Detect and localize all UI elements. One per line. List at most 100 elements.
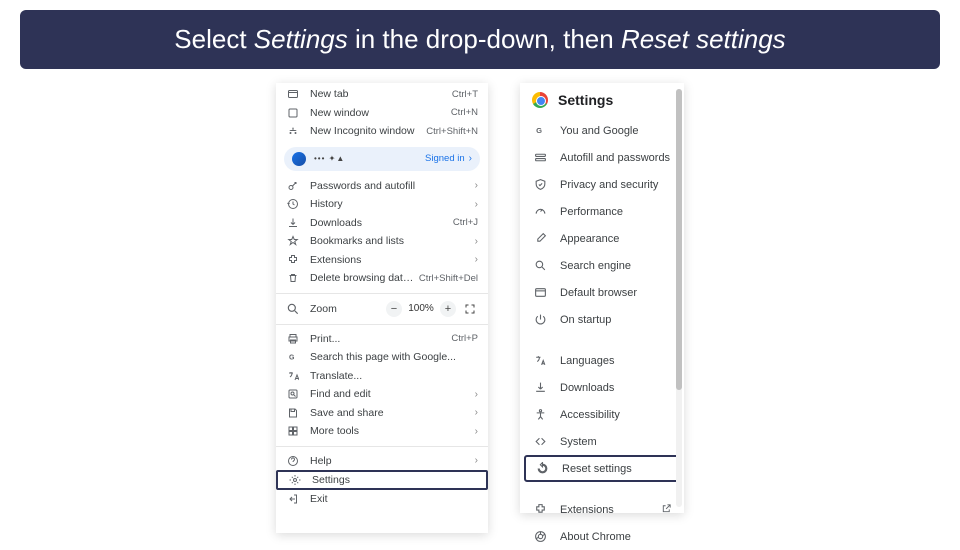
settings-autofill-passwords[interactable]: Autofill and passwords	[520, 144, 684, 171]
divider	[276, 446, 488, 447]
chevron-right-icon: ›	[469, 153, 472, 164]
settings-reset[interactable]: Reset settings	[524, 455, 680, 482]
fullscreen-button[interactable]	[462, 301, 478, 317]
incognito-icon	[286, 124, 300, 138]
menu-search-google[interactable]: G Search this page with Google...	[276, 348, 488, 367]
account-pill[interactable]: ••• ✦▲ Signed in ›	[284, 147, 480, 171]
chevron-right-icon: ›	[471, 180, 478, 191]
menu-label: Extensions	[300, 254, 471, 266]
language-icon	[532, 354, 548, 367]
settings-downloads[interactable]: Downloads	[520, 374, 684, 401]
more-tools-icon	[286, 424, 300, 438]
menu-downloads[interactable]: Downloads Ctrl+J	[276, 214, 488, 233]
signed-in-status: Signed in	[425, 153, 469, 164]
menu-label: Save and share	[300, 407, 471, 419]
settings-extensions[interactable]: Extensions	[520, 496, 684, 523]
instruction-banner: Select Settings in the drop-down, then R…	[20, 10, 940, 69]
key-icon	[286, 179, 300, 193]
browser-icon	[532, 286, 548, 299]
settings-label: Extensions	[548, 504, 657, 516]
menu-more-tools[interactable]: More tools ›	[276, 422, 488, 441]
shortcut: Ctrl+J	[449, 217, 478, 228]
menu-find-edit[interactable]: Find and edit ›	[276, 385, 488, 404]
zoom-value: 100%	[408, 303, 434, 314]
menu-translate[interactable]: Translate...	[276, 367, 488, 386]
menu-label: Delete browsing data...	[300, 272, 415, 284]
zoom-out-button[interactable]: −	[386, 301, 402, 317]
exit-icon	[286, 492, 300, 506]
menu-label: History	[300, 198, 471, 210]
chrome-dropdown-menu: New tab Ctrl+T New window Ctrl+N New Inc…	[276, 83, 488, 533]
shortcut: Ctrl+P	[447, 333, 478, 344]
settings-appearance[interactable]: Appearance	[520, 225, 684, 252]
menu-print[interactable]: Print... Ctrl+P	[276, 330, 488, 349]
settings-system[interactable]: System	[520, 428, 684, 455]
system-icon	[532, 435, 548, 448]
new-tab-icon	[286, 87, 300, 101]
zoom-in-button[interactable]: +	[440, 301, 456, 317]
menu-label: Search this page with Google...	[300, 351, 478, 363]
settings-on-startup[interactable]: On startup	[520, 306, 684, 333]
menu-label: New Incognito window	[300, 125, 422, 137]
menu-save-share[interactable]: Save and share ›	[276, 404, 488, 423]
menu-label: Exit	[300, 493, 478, 505]
menu-extensions[interactable]: Extensions ›	[276, 251, 488, 270]
settings-label: Default browser	[548, 287, 672, 299]
settings-label: Search engine	[548, 260, 672, 272]
chrome-settings-sidebar: Settings G You and Google Autofill and p…	[520, 83, 684, 513]
menu-passwords[interactable]: Passwords and autofill ›	[276, 177, 488, 196]
panels-container: New tab Ctrl+T New window Ctrl+N New Inc…	[0, 83, 960, 533]
star-icon	[286, 234, 300, 248]
settings-languages[interactable]: Languages	[520, 347, 684, 374]
menu-settings[interactable]: Settings	[276, 470, 488, 490]
extensions-icon	[532, 503, 548, 516]
zoom-label: Zoom	[300, 303, 386, 315]
settings-label: Accessibility	[548, 409, 672, 421]
settings-performance[interactable]: Performance	[520, 198, 684, 225]
svg-text:G: G	[536, 126, 542, 135]
settings-accessibility[interactable]: Accessibility	[520, 401, 684, 428]
shortcut: Ctrl+Shift+N	[422, 126, 478, 137]
chevron-right-icon: ›	[471, 199, 478, 210]
settings-label: Languages	[548, 355, 672, 367]
save-icon	[286, 406, 300, 420]
menu-bookmarks[interactable]: Bookmarks and lists ›	[276, 232, 488, 251]
chevron-right-icon: ›	[471, 426, 478, 437]
accessibility-icon	[532, 408, 548, 421]
scrollbar-track[interactable]	[676, 89, 682, 507]
settings-label: On startup	[548, 314, 672, 326]
settings-privacy[interactable]: Privacy and security	[520, 171, 684, 198]
scrollbar-thumb[interactable]	[676, 89, 682, 390]
menu-label: New window	[300, 107, 447, 119]
menu-new-window[interactable]: New window Ctrl+N	[276, 104, 488, 123]
autofill-icon	[532, 151, 548, 164]
settings-about[interactable]: About Chrome	[520, 523, 684, 550]
menu-help[interactable]: Help ›	[276, 452, 488, 471]
menu-history[interactable]: History ›	[276, 195, 488, 214]
palette-icon	[532, 232, 548, 245]
menu-new-incognito[interactable]: New Incognito window Ctrl+Shift+N	[276, 122, 488, 141]
settings-search-engine[interactable]: Search engine	[520, 252, 684, 279]
settings-label: Privacy and security	[548, 179, 672, 191]
menu-label: Passwords and autofill	[300, 180, 471, 192]
help-icon	[286, 454, 300, 468]
menu-label: Find and edit	[300, 388, 471, 400]
history-icon	[286, 197, 300, 211]
divider	[276, 324, 488, 325]
menu-new-tab[interactable]: New tab Ctrl+T	[276, 85, 488, 104]
google-icon: G	[286, 350, 300, 364]
shield-icon	[532, 178, 548, 191]
menu-label: Print...	[300, 333, 447, 345]
chevron-right-icon: ›	[471, 455, 478, 466]
menu-label: Bookmarks and lists	[300, 235, 471, 247]
settings-default-browser[interactable]: Default browser	[520, 279, 684, 306]
menu-delete-data[interactable]: Delete browsing data... Ctrl+Shift+Del	[276, 269, 488, 288]
zoom-icon	[286, 302, 300, 316]
settings-you-google[interactable]: G You and Google	[520, 117, 684, 144]
menu-exit[interactable]: Exit	[276, 490, 488, 509]
trash-icon	[286, 271, 300, 285]
settings-title: Settings	[548, 92, 613, 108]
settings-label: Downloads	[548, 382, 672, 394]
chrome-logo-icon	[532, 92, 548, 108]
settings-label: System	[548, 436, 672, 448]
